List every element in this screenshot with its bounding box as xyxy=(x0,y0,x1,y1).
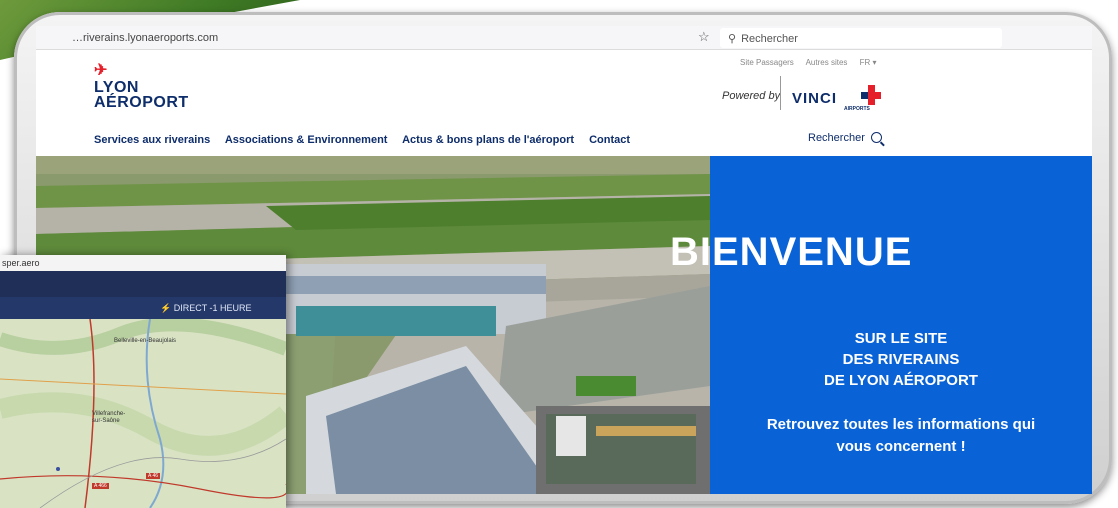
topographic-map[interactable] xyxy=(0,319,286,508)
welcome-info-text: Retrouvez toutes les informations qui vo… xyxy=(710,414,1092,458)
vinci-airports-logo[interactable]: VINCI AIRPORTS xyxy=(792,84,888,114)
nav-associations-environnement[interactable]: Associations & Environnement xyxy=(225,134,388,146)
place-villefranche: Villefranche-sur-Saône xyxy=(92,411,126,424)
separator xyxy=(780,76,781,110)
browser-toolbar: …riverains.lyonaeroports.com ☆ ⚲ Recherch… xyxy=(36,26,1092,50)
plane-logo-icon: ✈ xyxy=(94,62,108,79)
nav-services-riverains[interactable]: Services aux riverains xyxy=(94,134,210,146)
site-logo[interactable]: LYON AÉROPORT xyxy=(94,79,189,111)
subtitle-line-3: DE LYON AÉROPORT xyxy=(824,372,978,389)
site-header: ✈ LYON AÉROPORT Site Passagers Autres si… xyxy=(36,50,1092,156)
bookmark-star-icon[interactable]: ☆ xyxy=(698,29,710,45)
address-bar[interactable]: …riverains.lyonaeroports.com xyxy=(72,32,218,44)
place-belleville: Belleville-en-Beaujolais xyxy=(114,338,177,344)
vinci-cross-icon xyxy=(861,85,881,105)
info-line-1: Retrouvez toutes les informations qui xyxy=(766,416,1036,433)
logo-line-2: AÉROPORT xyxy=(94,94,189,111)
browser-search-placeholder: Rechercher xyxy=(741,33,798,45)
flight-map-window: sper.aero ⚡ DIRECT -1 HEURE Belleville-e… xyxy=(0,255,286,508)
site-search-button[interactable]: Rechercher xyxy=(808,132,882,144)
welcome-subtitle: SUR LE SITE DES RIVERAINS DE LYON AÉROPO… xyxy=(710,328,1092,391)
road-a46-label: A 46 xyxy=(146,473,161,479)
info-line-2: vous concernent ! xyxy=(836,438,966,455)
logo-line-1: LYON xyxy=(94,79,139,96)
vinci-wordmark: VINCI xyxy=(792,90,838,107)
subtitle-line-2: DES RIVERAINS xyxy=(842,351,960,368)
search-icon xyxy=(870,132,882,143)
nav-actus-bons-plans[interactable]: Actus & bons plans de l'aéroport xyxy=(402,134,574,146)
welcome-title: BIENVENUE xyxy=(670,230,913,274)
site-search-label: Rechercher xyxy=(808,132,865,144)
road-a466-label: A 466 xyxy=(92,483,109,489)
browser-search-field[interactable]: ⚲ Rechercher xyxy=(720,28,1002,48)
top-links: Site Passagers Autres sites FR ▾ xyxy=(740,58,887,67)
link-autres-sites[interactable]: Autres sites xyxy=(806,58,848,67)
main-navigation: Services aux riverains Associations & En… xyxy=(94,134,642,146)
powered-by-label: Powered by xyxy=(722,90,781,102)
direct-live-button[interactable]: ⚡ DIRECT -1 HEURE xyxy=(160,303,252,314)
map-window-header xyxy=(0,271,286,297)
subtitle-line-1: SUR LE SITE xyxy=(854,330,948,347)
map-window-url[interactable]: sper.aero xyxy=(0,255,286,271)
search-icon: ⚲ xyxy=(728,33,737,45)
nav-contact[interactable]: Contact xyxy=(589,134,630,146)
language-selector[interactable]: FR ▾ xyxy=(860,58,877,67)
vinci-airports-sub: AIRPORTS xyxy=(844,106,870,112)
link-site-passagers[interactable]: Site Passagers xyxy=(740,58,794,67)
